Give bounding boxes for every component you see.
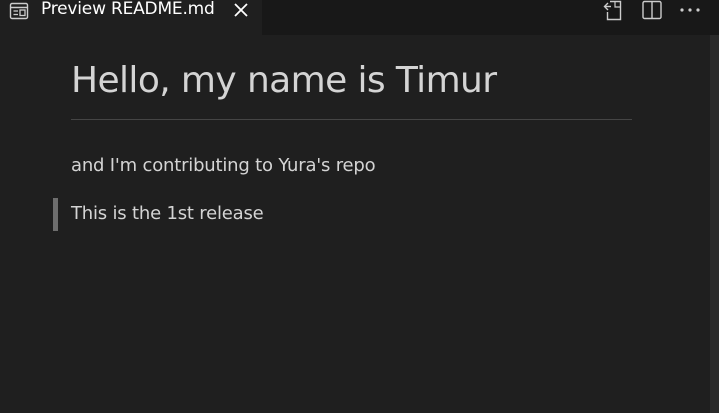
vertical-scrollbar[interactable]: [710, 35, 719, 413]
document-heading: Hello, my name is Timur: [71, 60, 497, 101]
open-source-icon[interactable]: [601, 0, 625, 22]
editor-tab-bar: Preview README.md: [0, 0, 719, 35]
tab-preview-readme[interactable]: Preview README.md: [0, 0, 262, 35]
tab-label: Preview README.md: [41, 0, 215, 19]
markdown-preview-window: Preview README.md Hello, my name is Timu…: [0, 0, 719, 413]
blockquote-bar: [53, 198, 58, 231]
preview-icon: [9, 2, 29, 20]
preview-content: Hello, my name is Timur and I'm contribu…: [0, 35, 710, 413]
more-actions-icon[interactable]: [678, 0, 702, 22]
split-editor-icon[interactable]: [640, 0, 664, 22]
document-paragraph: and I'm contributing to Yura's repo: [71, 155, 376, 176]
heading-divider: [71, 119, 632, 120]
close-icon[interactable]: [232, 1, 250, 19]
document-blockquote: This is the 1st release: [71, 203, 264, 224]
